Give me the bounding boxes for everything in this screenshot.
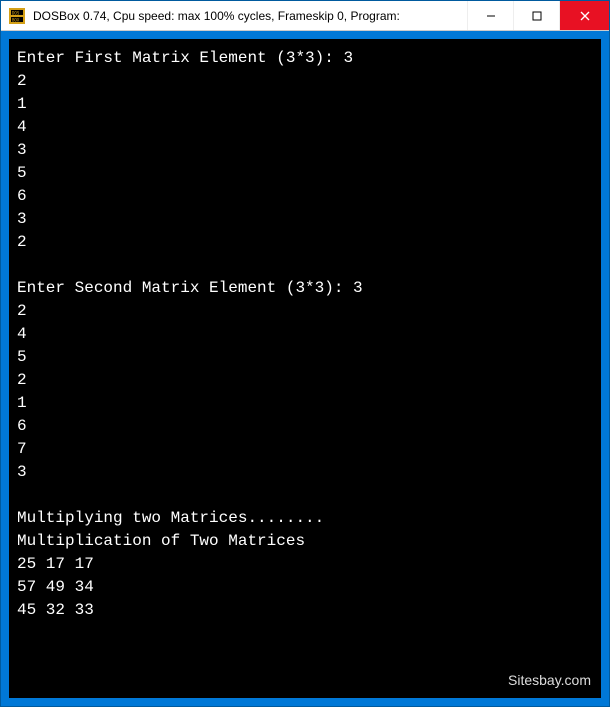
console-line: 2 (17, 231, 593, 254)
close-button[interactable] (559, 1, 609, 30)
console-line: Enter Second Matrix Element (3*3): 3 (17, 277, 593, 300)
console-line: 57 49 34 (17, 576, 593, 599)
console-line: 6 (17, 415, 593, 438)
window-title: DOSBox 0.74, Cpu speed: max 100% cycles,… (33, 9, 467, 23)
console-line: 2 (17, 300, 593, 323)
blank-line (17, 484, 593, 507)
blank-line (17, 254, 593, 277)
titlebar[interactable]: DOS BOX DOSBox 0.74, Cpu speed: max 100%… (1, 1, 609, 31)
app-window: DOS BOX DOSBox 0.74, Cpu speed: max 100%… (0, 0, 610, 707)
maximize-button[interactable] (513, 1, 559, 30)
watermark-text: Sitesbay.com (508, 669, 591, 692)
console-line: 3 (17, 461, 593, 484)
console-line: 7 (17, 438, 593, 461)
console-line: Multiplication of Two Matrices (17, 530, 593, 553)
dosbox-icon: DOS BOX (9, 8, 25, 24)
console-line: 3 (17, 139, 593, 162)
console-line: 5 (17, 162, 593, 185)
svg-text:BOX: BOX (12, 17, 20, 22)
console-line: Multiplying two Matrices........ (17, 507, 593, 530)
console-line: 2 (17, 70, 593, 93)
console-output: Enter First Matrix Element (3*3): 3 2 1 … (9, 39, 601, 698)
console-line: 5 (17, 346, 593, 369)
content-frame: Enter First Matrix Element (3*3): 3 2 1 … (1, 31, 609, 706)
console-line: 45 32 33 (17, 599, 593, 622)
window-controls (467, 1, 609, 30)
console-line: 4 (17, 116, 593, 139)
svg-text:DOS: DOS (12, 10, 20, 15)
console-line: 1 (17, 93, 593, 116)
console-line: 25 17 17 (17, 553, 593, 576)
console-line: 1 (17, 392, 593, 415)
console-line: 6 (17, 185, 593, 208)
console-line: 3 (17, 208, 593, 231)
console-line: 4 (17, 323, 593, 346)
console-line: Enter First Matrix Element (3*3): 3 (17, 47, 593, 70)
minimize-button[interactable] (467, 1, 513, 30)
console-line: 2 (17, 369, 593, 392)
